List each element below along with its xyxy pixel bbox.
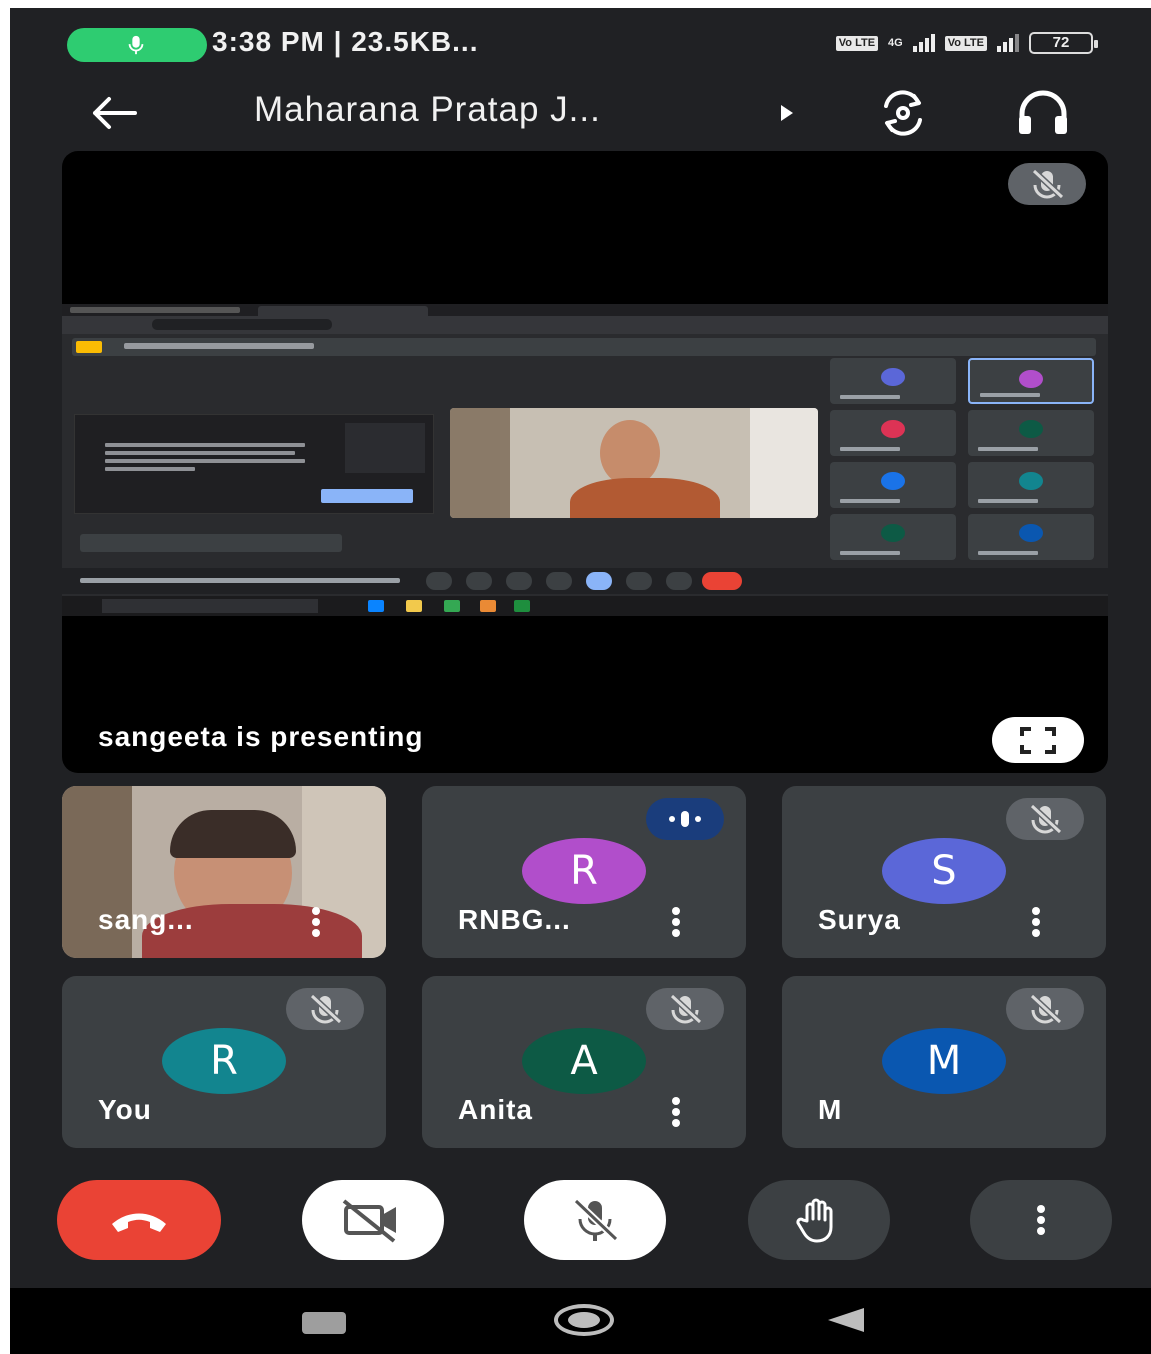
mic-icon (128, 35, 144, 55)
more-options-button[interactable] (970, 1180, 1112, 1260)
more-vert-icon[interactable] (304, 904, 328, 940)
mic-off-icon (573, 1198, 619, 1242)
participant-tile-you[interactable]: R You (62, 976, 386, 1148)
presenting-label: sangeeta is presenting (98, 721, 424, 752)
volte-badge: Vo LTE (835, 35, 879, 51)
end-call-button[interactable] (57, 1180, 221, 1260)
ongoing-call-pill[interactable] (67, 28, 207, 62)
shared-taskbar (62, 596, 1108, 616)
mute-indicator (1006, 798, 1084, 840)
end-call-icon (112, 1213, 166, 1232)
raise-hand-button[interactable] (748, 1180, 890, 1260)
shared-dialog (74, 414, 434, 514)
presenting-banner (72, 338, 1096, 356)
play-arrow-icon[interactable] (772, 98, 802, 128)
participant-name: Surya (818, 904, 901, 935)
presenter-video-thumbnail (450, 408, 818, 518)
system-nav-bar (10, 1288, 1151, 1354)
more-vert-icon[interactable] (1024, 904, 1048, 940)
hand-icon (796, 1198, 833, 1243)
signal-icon (912, 34, 935, 52)
presentation-tile[interactable]: sangeeta is presenting (62, 151, 1108, 773)
status-time-data: 3:38 PM | 23.5KB... (212, 26, 479, 57)
more-vert-icon (1037, 1205, 1045, 1235)
nav-back-button[interactable] (824, 1306, 868, 1334)
participant-name: Anita (458, 1094, 533, 1125)
participant-avatar: M (882, 1028, 1006, 1094)
audio-level-icon (669, 811, 701, 827)
more-vert-icon[interactable] (664, 904, 688, 940)
participant-tile-sangeeta[interactable]: sang... (62, 786, 386, 958)
fullscreen-button[interactable] (992, 717, 1084, 763)
participant-avatar: A (522, 1028, 646, 1094)
left-meeting-toast (80, 534, 342, 552)
recents-button[interactable] (302, 1312, 346, 1334)
back-button[interactable] (84, 88, 144, 138)
participant-avatar: R (162, 1028, 286, 1094)
browser-url-bar (62, 316, 1108, 334)
shared-meet-controls (62, 568, 1108, 594)
volte-badge-2: Vo LTE (944, 35, 987, 51)
switch-camera-button[interactable] (868, 86, 938, 140)
browser-tabs (62, 304, 1108, 316)
participant-tile-anita[interactable]: A Anita (422, 976, 746, 1148)
mic-off-icon (669, 993, 703, 1025)
mic-toggle-button[interactable] (524, 1180, 666, 1260)
camera-toggle-button[interactable] (302, 1180, 444, 1260)
participant-name: sang... (98, 904, 194, 935)
back-arrow-icon (93, 97, 137, 129)
shared-screen-content (62, 304, 1108, 616)
headphones-icon (1019, 90, 1067, 134)
presenter-mute-indicator (1008, 163, 1086, 205)
audio-output-button[interactable] (1008, 86, 1078, 140)
switch-camera-icon (884, 90, 922, 136)
meeting-title[interactable]: Maharana Pratap J... (254, 90, 601, 130)
app-bar: Maharana Pratap J... (10, 78, 1151, 148)
participant-tile-m[interactable]: M M (782, 976, 1106, 1148)
participant-tile-surya[interactable]: S Surya (782, 786, 1106, 958)
mute-indicator (286, 988, 364, 1030)
mic-off-icon (1029, 993, 1063, 1025)
fullscreen-icon (1020, 727, 1056, 754)
participant-name: M (818, 1094, 843, 1125)
battery-icon: 72 (1029, 32, 1098, 54)
more-vert-icon[interactable] (664, 1094, 688, 1130)
signal-icon-2 (997, 34, 1019, 52)
participant-name: You (98, 1094, 152, 1125)
participant-name: RNBG... (458, 904, 571, 935)
mute-indicator (646, 988, 724, 1030)
home-button[interactable] (554, 1304, 614, 1336)
phone-screen: 3:38 PM | 23.5KB... Vo LTE 4G Vo LTE 72 … (10, 8, 1151, 1354)
status-bar: 3:38 PM | 23.5KB... Vo LTE 4G Vo LTE 72 (10, 8, 1151, 78)
status-icons: Vo LTE 4G Vo LTE 72 (835, 30, 1098, 56)
mic-off-icon (1031, 168, 1065, 200)
network-type: 4G (888, 37, 903, 49)
participant-avatar: S (882, 838, 1006, 904)
mic-off-icon (1029, 803, 1063, 835)
speaking-indicator (646, 798, 724, 840)
mute-indicator (1006, 988, 1084, 1030)
mic-off-icon (309, 993, 343, 1025)
participant-avatar: R (522, 838, 646, 904)
participant-thumbnails (830, 358, 1096, 568)
participant-tile-rnbg[interactable]: R RNBG... (422, 786, 746, 958)
camera-off-icon (342, 1199, 396, 1243)
